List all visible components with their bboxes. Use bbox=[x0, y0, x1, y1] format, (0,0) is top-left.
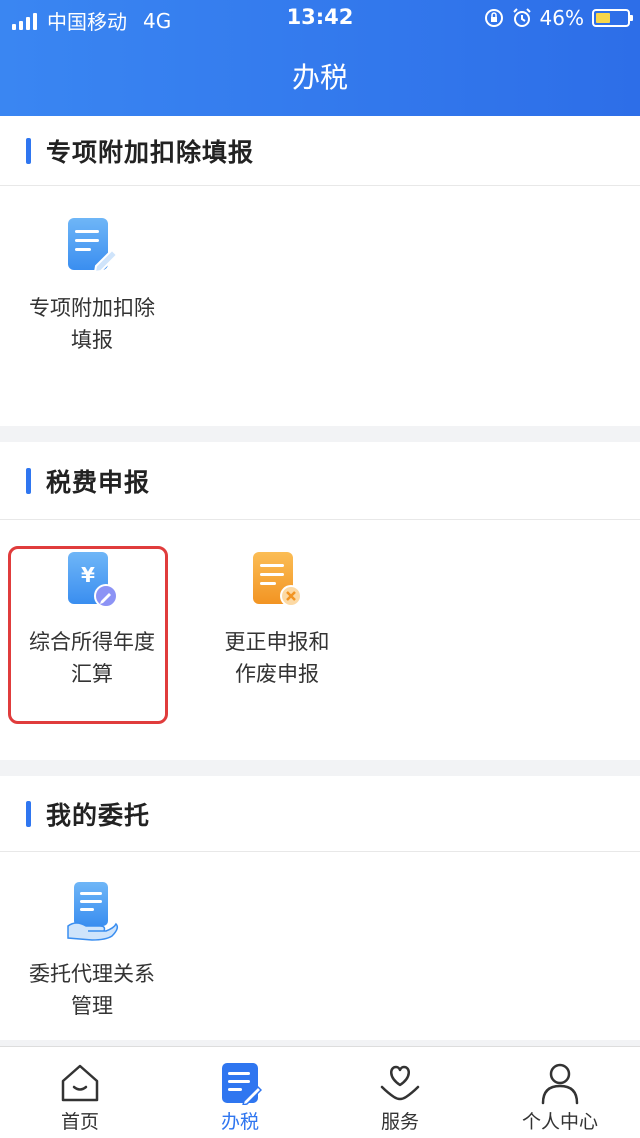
section-tax-declaration: 税费申报 ¥ 综合所得年度 汇算 更正申报和 作废申报 bbox=[0, 442, 640, 760]
tab-home[interactable]: 首页 bbox=[0, 1047, 160, 1138]
item-correct-void-declaration[interactable]: 更正申报和 作废申报 bbox=[196, 520, 358, 690]
bottom-tab-bar: 首页 办税 服务 个人中心 bbox=[0, 1046, 640, 1138]
person-icon bbox=[538, 1061, 582, 1105]
tab-personal-center[interactable]: 个人中心 bbox=[480, 1047, 640, 1138]
section-title: 我的委托 bbox=[46, 800, 151, 830]
tab-service[interactable]: 服务 bbox=[320, 1047, 480, 1138]
page-title: 办税 bbox=[291, 61, 348, 94]
svg-text:¥: ¥ bbox=[81, 563, 95, 587]
section-title: 专项附加扣除填报 bbox=[46, 137, 255, 167]
item-special-deduction-fill[interactable]: 专项附加扣除 填报 bbox=[11, 186, 173, 356]
item-label-line1: 综合所得年度 bbox=[29, 630, 155, 654]
item-label-line2: 作废申报 bbox=[235, 662, 319, 686]
section-special-deduction: 专项附加扣除填报 专项附加扣除 填报 bbox=[0, 116, 640, 426]
section-marker bbox=[26, 800, 31, 827]
home-icon bbox=[58, 1061, 102, 1105]
item-label-line2: 管理 bbox=[71, 994, 113, 1018]
battery-icon bbox=[592, 9, 633, 27]
document-hand-icon bbox=[62, 880, 122, 944]
section-marker bbox=[26, 467, 31, 494]
tab-label: 办税 bbox=[220, 1111, 259, 1133]
item-label-line2: 填报 bbox=[71, 328, 113, 352]
heart-hand-icon bbox=[378, 1061, 422, 1105]
section-my-entrustment: 我的委托 委托代理关系 管理 bbox=[0, 776, 640, 1040]
alarm-icon bbox=[512, 8, 531, 27]
yuan-document-icon: ¥ bbox=[62, 548, 122, 612]
tab-label: 个人中心 bbox=[521, 1111, 598, 1133]
tab-label: 服务 bbox=[380, 1111, 419, 1133]
item-label-line2: 汇算 bbox=[71, 662, 113, 686]
item-label-line1: 专项附加扣除 bbox=[29, 296, 155, 320]
tab-label: 首页 bbox=[60, 1111, 99, 1133]
tax-document-icon bbox=[218, 1061, 263, 1107]
item-annual-settlement[interactable]: ¥ 综合所得年度 汇算 bbox=[11, 520, 173, 690]
item-agency-relationship[interactable]: 委托代理关系 管理 bbox=[11, 852, 173, 1022]
section-title: 税费申报 bbox=[46, 467, 151, 497]
document-edit-icon bbox=[62, 214, 122, 278]
item-label-line1: 更正申报和 bbox=[224, 630, 330, 654]
rotation-lock-icon bbox=[484, 9, 503, 27]
tab-tax[interactable]: 办税 bbox=[160, 1047, 320, 1138]
item-label-line1: 委托代理关系 bbox=[29, 962, 155, 986]
section-marker bbox=[26, 137, 31, 164]
document-cancel-icon bbox=[247, 548, 307, 612]
battery-percent: 46% bbox=[539, 6, 584, 30]
top-header: 中国移动 4G 13:42 46% 办税 bbox=[0, 0, 640, 116]
status-bar: 中国移动 4G 13:42 46% bbox=[0, 0, 640, 36]
